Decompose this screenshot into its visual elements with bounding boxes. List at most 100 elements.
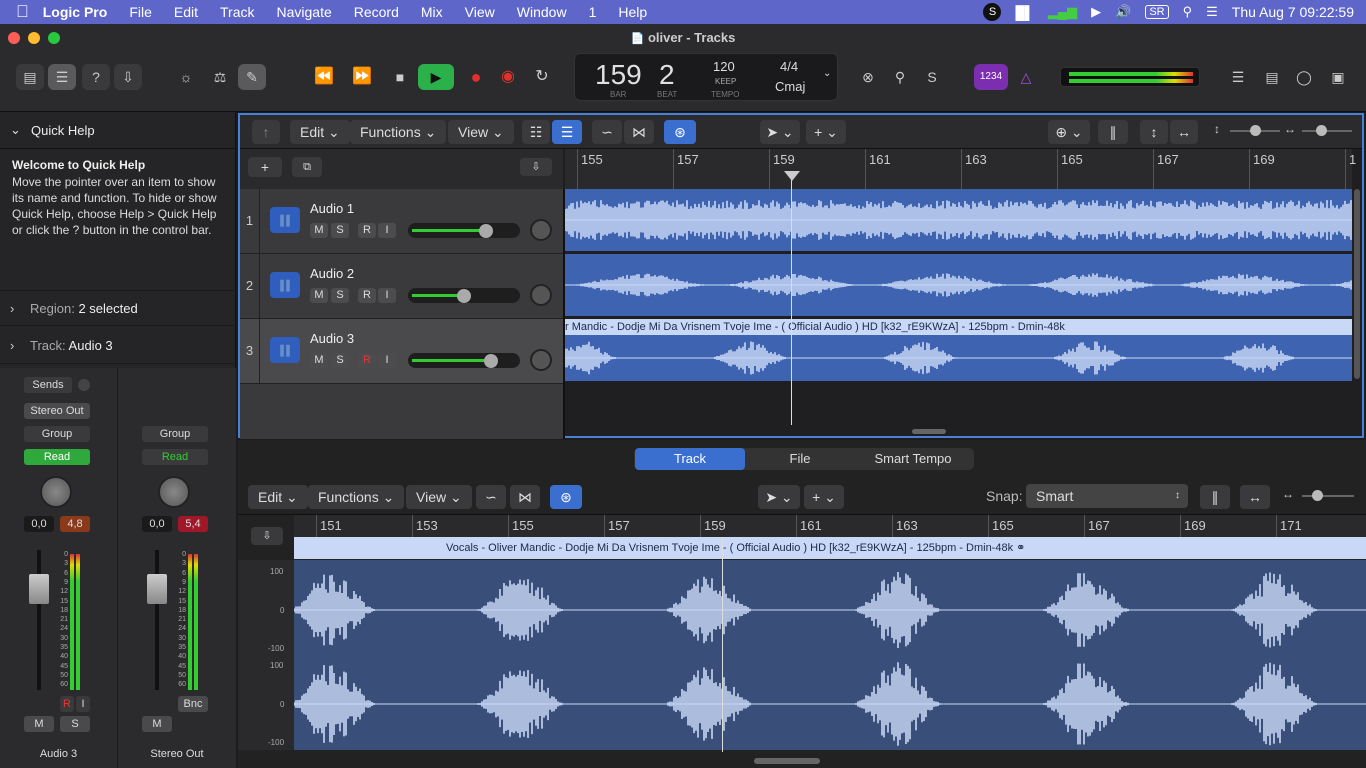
pan-knob[interactable] [530,219,552,241]
tracks-ruler[interactable]: 155 157 159 161 163 165 167 169 1 [565,149,1356,189]
editor-waveform-area[interactable] [293,560,1366,750]
pan-knob-left[interactable] [40,476,72,508]
menubar-clock[interactable]: Thu Aug 7 09:22:59 [1232,4,1354,20]
editor-region-title[interactable]: Vocals - Oliver Mandic - Dodje Mi Da Vri… [294,537,1366,559]
group-button-right[interactable]: Group [142,426,208,442]
region-inspector-header[interactable]: › Region: 2 selected [0,290,236,326]
volume-knob[interactable] [457,289,471,303]
flex-icon[interactable]: ⋈ [624,120,654,144]
menu-one[interactable]: 1 [589,4,597,20]
add-track-button[interactable]: + [248,157,282,177]
tracks-functions-menu[interactable]: Functions ⌄ [350,120,447,144]
close-button[interactable] [8,32,20,44]
catch-icon[interactable]: ⊛ [664,120,696,144]
editor-global-tracks-icon[interactable]: ⇩ [251,527,283,545]
replace-icon[interactable]: ⊗ [854,64,882,90]
grid-icon[interactable]: ☷ [522,120,550,144]
menu-track[interactable]: Track [220,4,254,20]
control-center-icon[interactable]: ☰ [1206,4,1218,20]
inspector-icon[interactable]: ☰ [48,64,76,90]
mute-button[interactable]: M [310,353,328,368]
track-volume-slider[interactable] [408,223,520,238]
record-enable-button[interactable]: R [358,288,376,303]
pan-knob[interactable] [530,284,552,306]
playhead-tracks[interactable] [791,175,792,425]
sends-label[interactable]: Sends [24,377,72,393]
rewind-icon[interactable]: ⏪ [310,64,338,90]
pan-knob-right[interactable] [158,476,190,508]
menu-edit[interactable]: Edit [174,4,198,20]
track-volume-slider[interactable] [408,353,520,368]
editor-view-menu[interactable]: View ⌄ [406,485,472,509]
tab-track[interactable]: Track [635,448,745,470]
sends-slot[interactable] [78,379,90,391]
editor-edit-menu[interactable]: Edit ⌄ [248,485,308,509]
forward-icon[interactable]: ⏩ [348,64,376,90]
record-button[interactable]: ● [462,64,490,90]
editor-fit-icon[interactable]: ↔ [1240,485,1270,509]
editor-ruler[interactable]: 151 153 155 157 159 161 163 165 167 169 171 [294,515,1366,537]
apple-icon[interactable]:  [16,2,29,22]
region-audio-3[interactable]: r Mandic - Dodje Mi Da Vrisnem Tvoje Ime… [565,319,1352,381]
track-inspector-header[interactable]: › Track: Audio 3 [0,328,236,364]
menu-window[interactable]: Window [517,4,567,20]
signal-icon[interactable]: ▂▄▆ [1048,4,1077,20]
solo-icon[interactable]: S [918,64,946,90]
quick-help-icon[interactable]: ? [82,64,110,90]
notepad-icon[interactable]: ▤ [1258,64,1286,90]
lcd-display[interactable]: 159 2 BAR BEAT 120 KEEP TEMPO 4/4 Cmaj ⌄ [574,53,838,101]
tuner-icon[interactable]: ⚲ [886,64,914,90]
mute-button-right[interactable]: M [142,716,172,732]
editor-waveform-zoom-icon[interactable]: ∥ [1200,485,1230,509]
list-editors-icon[interactable]: ☰ [1224,64,1252,90]
tracks-horizontal-scrollbar[interactable] [912,429,946,434]
waveform-zoom-icon[interactable]: ∥ [1098,120,1128,144]
lcd-chevron-down-icon[interactable]: ⌄ [823,68,831,79]
minimize-button[interactable] [28,32,40,44]
menu-navigate[interactable]: Navigate [276,4,331,20]
input-monitor-left[interactable]: I [76,696,90,712]
duplicate-track-icon[interactable]: ⧉ [292,157,322,177]
editor-flex-icon[interactable]: ⋈ [510,485,540,509]
capture-record-icon[interactable]: ◉ [494,64,522,90]
editor-horizontal-zoom-slider[interactable]: ↔ [1282,486,1358,506]
metronome-icon[interactable]: △ [1012,64,1040,90]
zoom-button[interactable] [48,32,60,44]
automation-icon[interactable]: ∽ [592,120,622,144]
volume-fader-left[interactable] [29,574,49,604]
region-audio-1[interactable] [565,189,1352,251]
record-enable-button[interactable]: R [358,223,376,238]
tracks-view-menu[interactable]: View ⌄ [448,120,514,144]
snap-select[interactable]: Smart ↕ [1026,484,1188,508]
list-view-icon[interactable]: ☰ [552,120,582,144]
input-monitor-button[interactable]: I [378,223,396,238]
vertical-fit-icon[interactable]: ↕ [1140,120,1168,144]
global-tracks-icon[interactable]: ⇩ [520,158,552,176]
solo-button-left[interactable]: S [60,716,90,732]
play-button[interactable]: ▶ [418,64,454,90]
automation-read-right[interactable]: Read [142,449,208,465]
quick-help-disclosure-icon[interactable]: ⌄ [10,122,21,138]
tracks-edit-menu[interactable]: Edit ⌄ [290,120,350,144]
pointer-tool-icon[interactable]: ➤ ⌄ [760,120,800,144]
output-button[interactable]: Stereo Out [24,403,90,419]
count-in-button[interactable]: 1234 [974,64,1008,90]
track-header-1[interactable]: 1 ∥∥ Audio 1 M S R I [240,189,563,254]
loop-browser-icon[interactable]: ◯ [1290,64,1318,90]
track-header-2[interactable]: 2 ∥∥ Audio 2 M S R I [240,254,563,319]
marquee-tool-icon[interactable]: + ⌄ [806,120,846,144]
mute-button-left[interactable]: M [24,716,54,732]
editor-marquee-tool-icon[interactable]: + ⌄ [804,485,844,509]
input-monitor-button[interactable]: I [378,353,396,368]
mixer-icon[interactable]: ⚖ [206,64,234,90]
solo-button[interactable]: S [331,223,349,238]
track-volume-slider[interactable] [408,288,520,303]
play-circle-icon[interactable]: ▶ [1091,4,1101,20]
smart-controls-icon[interactable]: ☼ [172,64,200,90]
track-name[interactable]: Audio 1 [310,201,354,216]
editors-icon[interactable]: ✎ [238,64,266,90]
mute-button[interactable]: M [310,288,328,303]
menu-app-name[interactable]: Logic Pro [43,4,108,20]
vertical-zoom-slider[interactable]: ↕ [1214,121,1284,141]
menu-help[interactable]: Help [618,4,647,20]
